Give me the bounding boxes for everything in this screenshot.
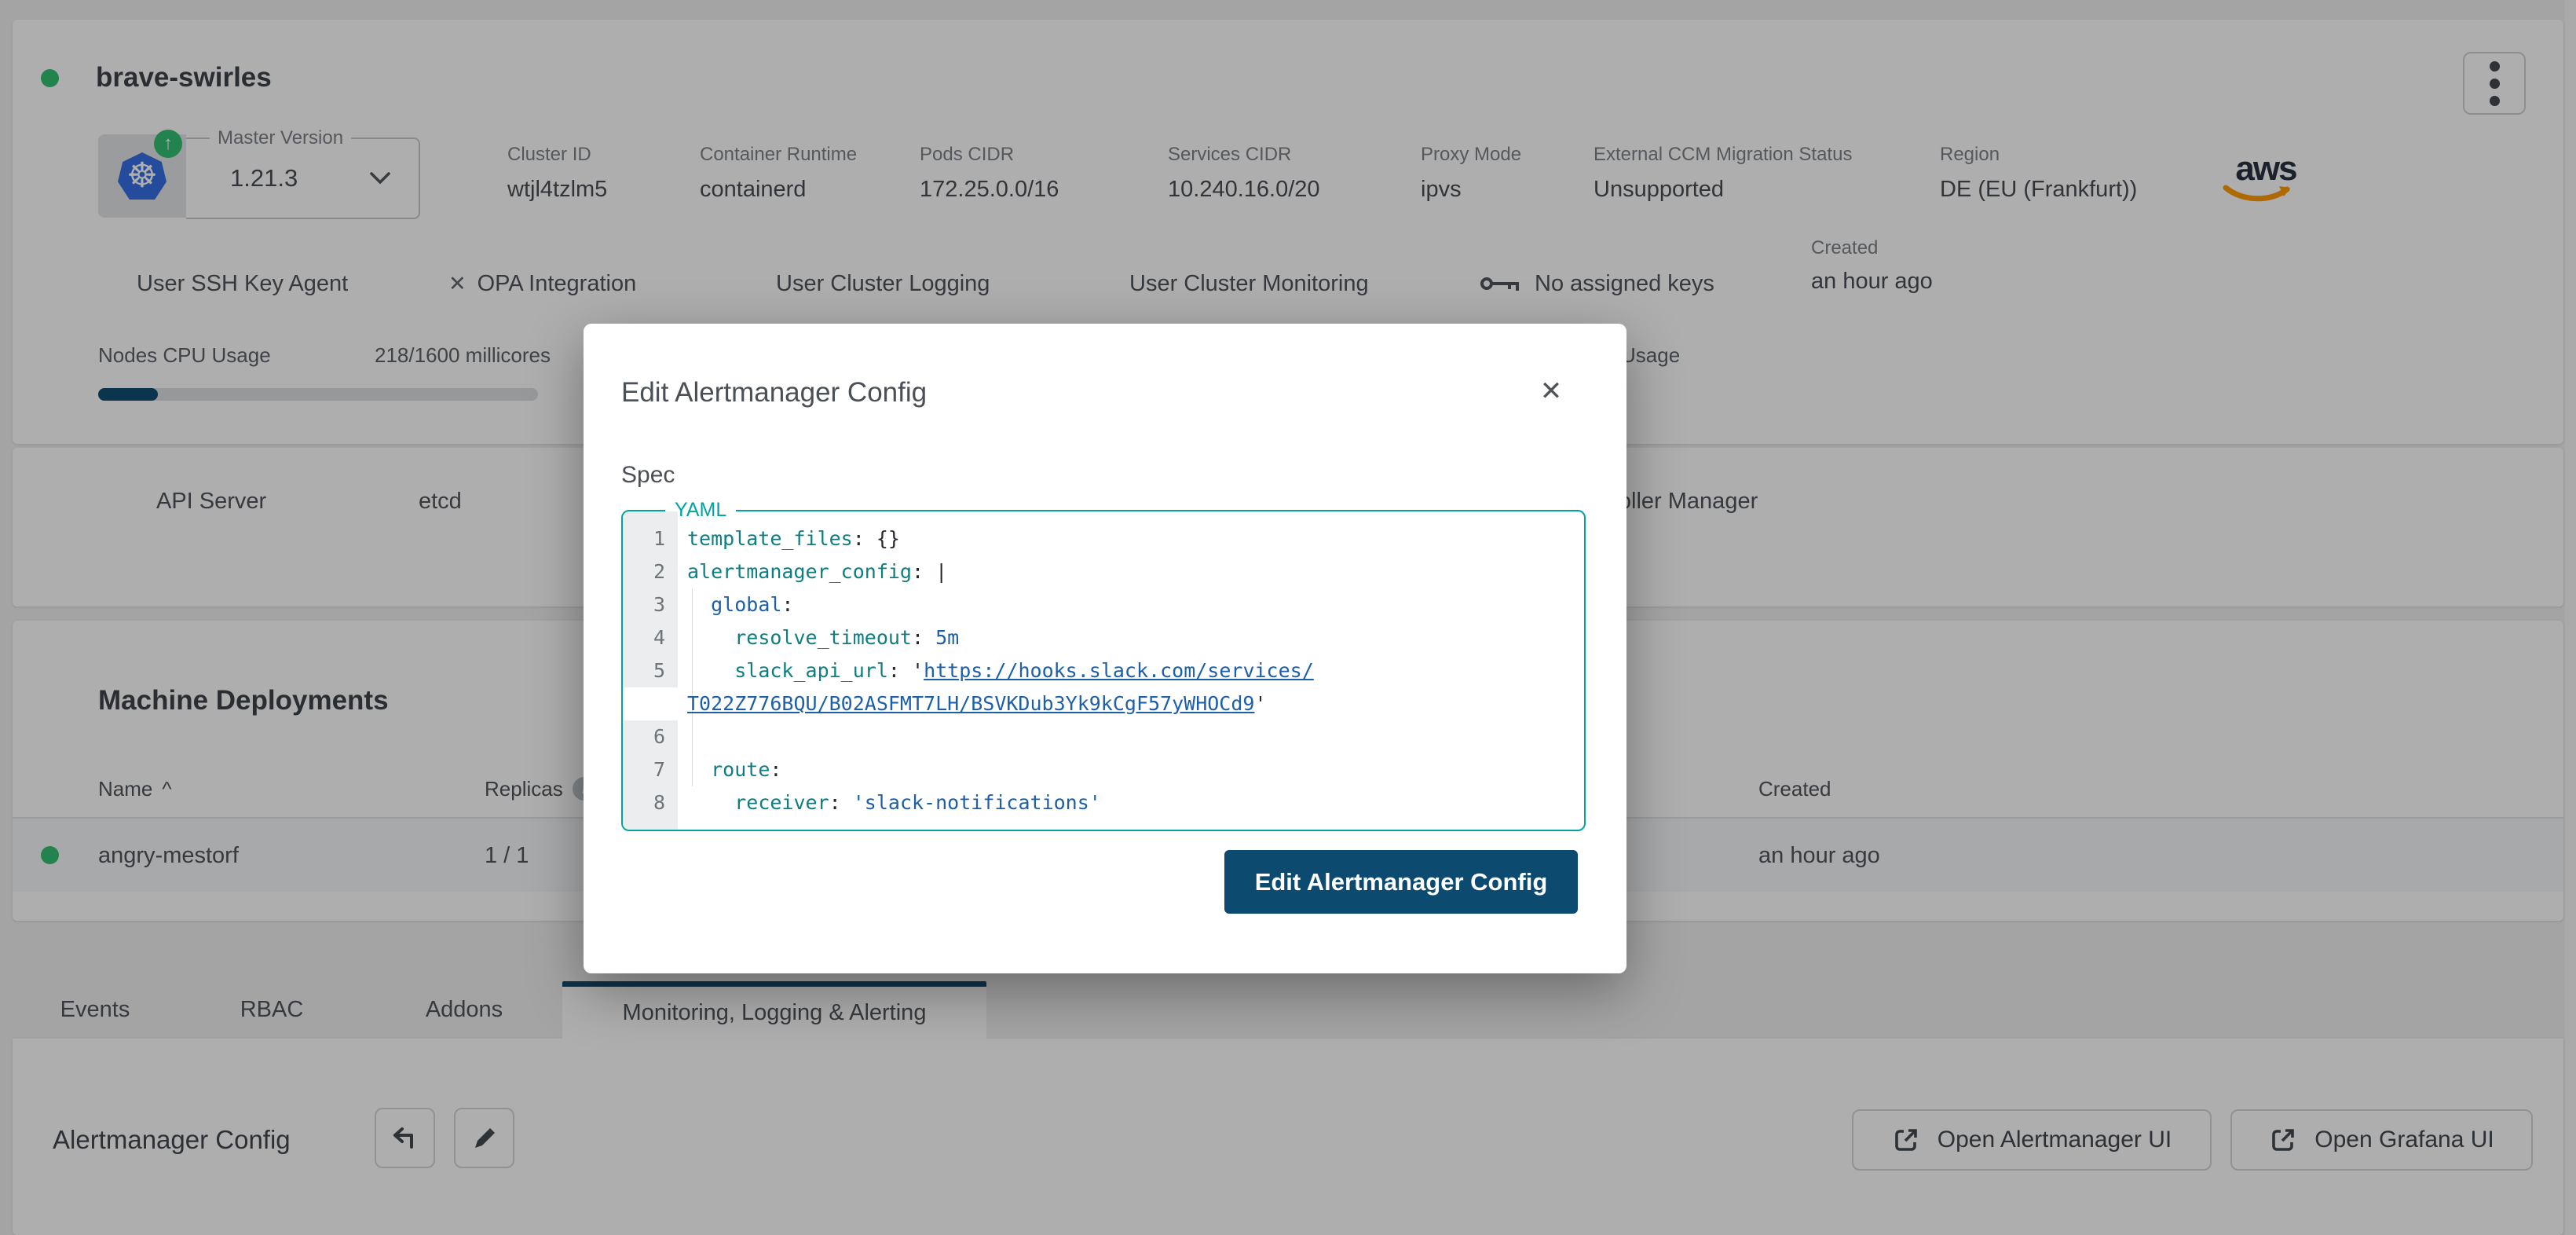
code-line: 4 resolve_timeout: 5m <box>623 621 1584 654</box>
code-text: route: <box>678 753 781 786</box>
code-line: 3 global: <box>623 588 1584 621</box>
line-number: 5 <box>623 654 678 687</box>
code-line: 7 route: <box>623 753 1584 786</box>
edit-alertmanager-config-dialog: Edit Alertmanager Config ✕ Spec YAML 1te… <box>584 324 1626 973</box>
line-number: 1 <box>623 522 678 555</box>
code-text: template_files: {} <box>678 522 900 555</box>
code-line: 1template_files: {} <box>623 522 1584 555</box>
code-lines: 1template_files: {}2alertmanager_config:… <box>623 522 1584 819</box>
code-line: T022Z776BQU/B02ASFMT7LH/BSVKDub3Yk9kCgF5… <box>623 687 1584 720</box>
line-number: 6 <box>623 720 678 753</box>
line-number: 8 <box>623 786 678 819</box>
code-text <box>678 720 687 753</box>
dialog-title: Edit Alertmanager Config <box>621 377 927 409</box>
code-line: 6 <box>623 720 1584 753</box>
code-text: alertmanager_config: | <box>678 555 947 588</box>
close-icon[interactable]: ✕ <box>1532 372 1570 410</box>
line-number: 2 <box>623 555 678 588</box>
line-number: 7 <box>623 753 678 786</box>
cluster-details-page: brave-swirles ☸ ↑ Master Version 1.21.3 … <box>0 0 2576 1235</box>
code-text: slack_api_url: 'https://hooks.slack.com/… <box>678 654 1314 687</box>
code-text: global: <box>678 588 793 621</box>
yaml-code-editor[interactable]: YAML 1template_files: {}2alertmanager_co… <box>621 510 1586 831</box>
line-number: 3 <box>623 588 678 621</box>
code-text: T022Z776BQU/B02ASFMT7LH/BSVKDub3Yk9kCgF5… <box>678 687 1267 720</box>
code-text: resolve_timeout: 5m <box>678 621 959 654</box>
edit-alertmanager-config-submit-button[interactable]: Edit Alertmanager Config <box>1224 850 1578 914</box>
line-number: 4 <box>623 621 678 654</box>
code-line: 2alertmanager_config: | <box>623 555 1584 588</box>
line-number <box>623 687 678 720</box>
spec-label: Spec <box>621 462 675 489</box>
code-line: 5 slack_api_url: 'https://hooks.slack.co… <box>623 654 1584 687</box>
code-text: receiver: 'slack-notifications' <box>678 786 1101 819</box>
code-line: 8 receiver: 'slack-notifications' <box>623 786 1584 819</box>
